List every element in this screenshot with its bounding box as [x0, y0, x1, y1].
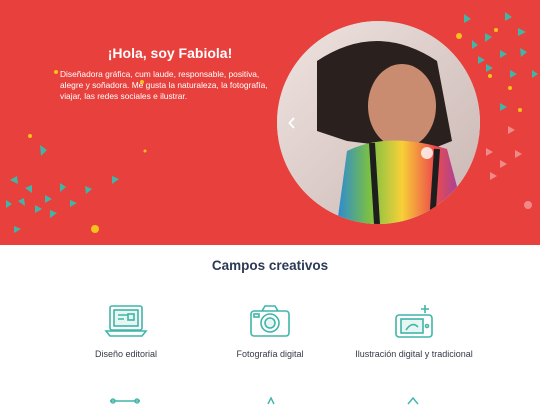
hero-banner: ¡Hola, soy Fabiola! Diseñadora gráfica, …: [0, 0, 540, 245]
laptop-icon: [104, 305, 148, 337]
field-digital-photography[interactable]: Fotografía digital: [200, 303, 340, 360]
field-label: Fotografía digital: [236, 349, 304, 359]
hero-title: ¡Hola, soy Fabiola!: [107, 45, 233, 61]
hero-description: Diseñadora gráfica, cum laude, responsab…: [60, 69, 268, 102]
camera-icon: [250, 305, 290, 337]
field-label: Ilustración digital y tradicional: [355, 349, 473, 359]
field-editorial-design[interactable]: Diseño editorial: [56, 303, 196, 360]
field-label: Diseño editorial: [94, 349, 158, 359]
field-digital-illustration[interactable]: Ilustración digital y tradicional: [344, 303, 484, 360]
carousel-prev-button[interactable]: [286, 117, 298, 131]
profile-photo: [277, 21, 480, 224]
next-row-icons: [110, 396, 419, 405]
chevron-left-icon: [288, 117, 295, 129]
section-title: Campos creativos: [211, 258, 329, 273]
drawing-tablet-icon: [395, 305, 433, 338]
